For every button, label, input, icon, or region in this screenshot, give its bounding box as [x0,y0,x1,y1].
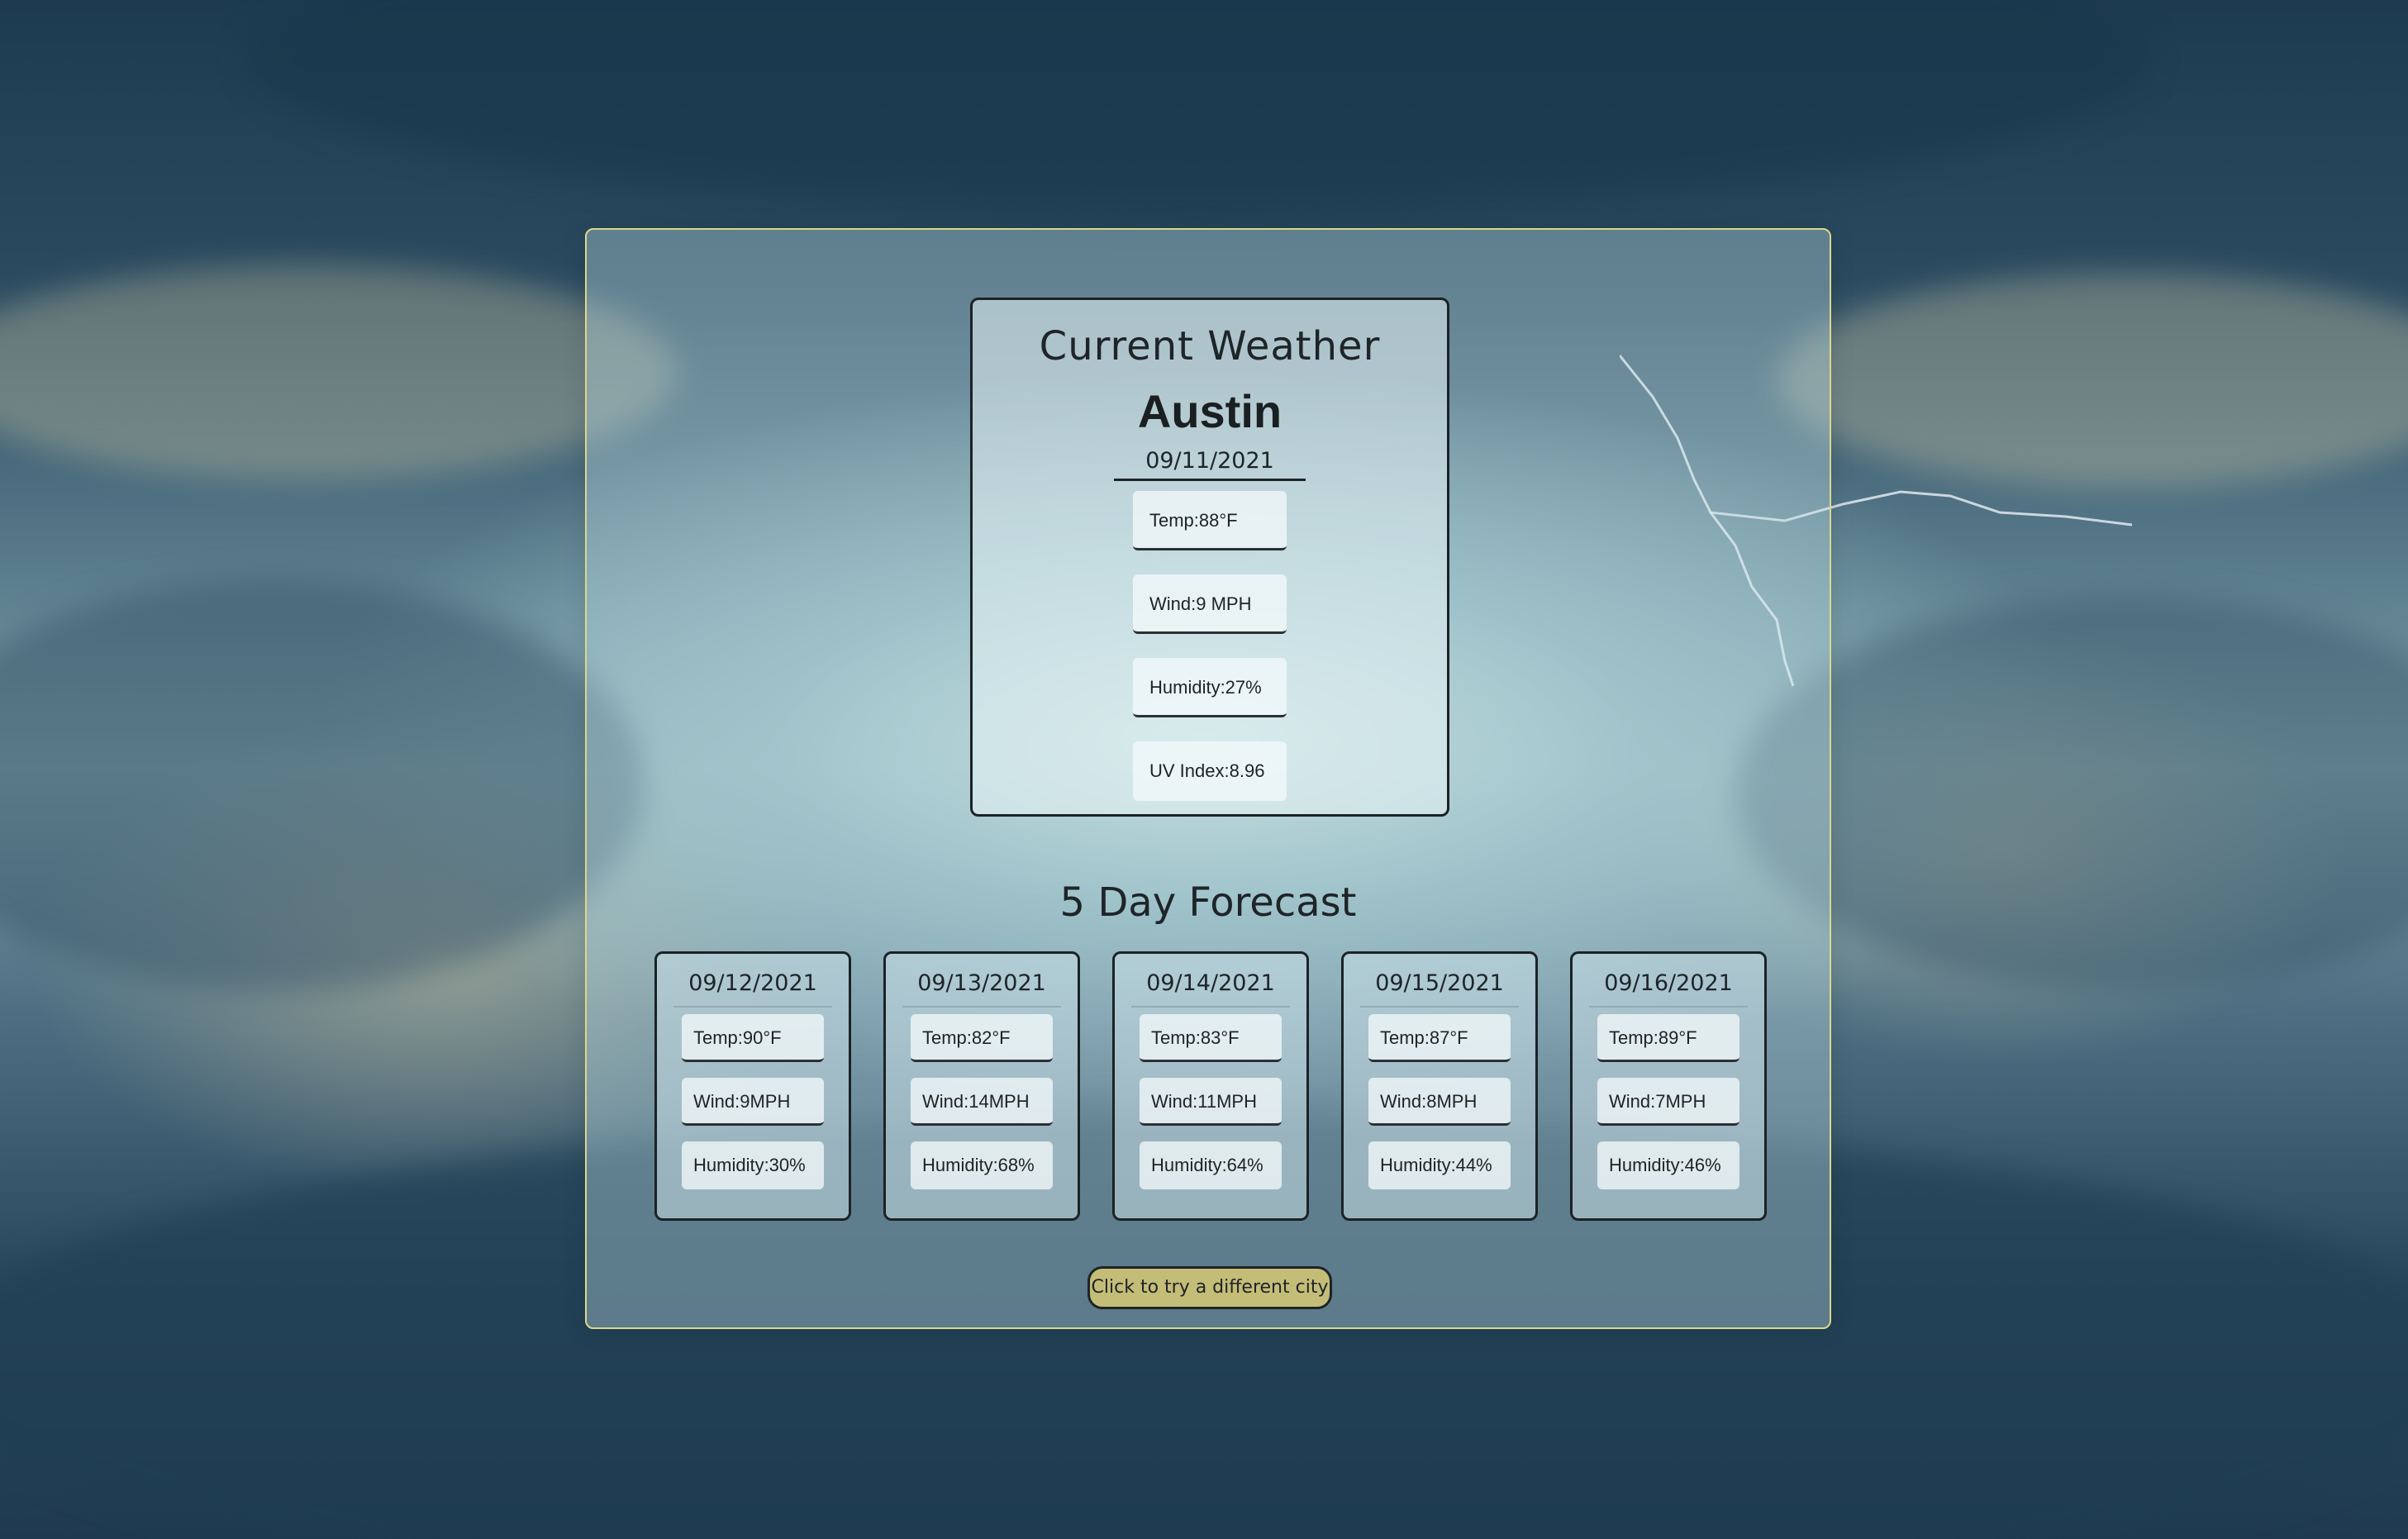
background-cloud [0,264,678,479]
forecast-stats: Temp:82°F Wind:14MPH Humidity:68% [911,1014,1053,1189]
forecast-temp: Temp:90°F [682,1014,824,1062]
forecast-day-card: 09/12/2021 Temp:90°F Wind:9MPH Humidity:… [654,951,851,1221]
current-humidity: Humidity:27% [1133,658,1287,717]
forecast-humidity: Humidity:64% [1140,1141,1282,1189]
forecast-temp: Temp:89°F [1597,1014,1739,1062]
current-wind: Wind:9 MPH [1133,574,1287,634]
forecast-day-card: 09/13/2021 Temp:82°F Wind:14MPH Humidity… [883,951,1080,1221]
forecast-temp: Temp:82°F [911,1014,1053,1062]
forecast-date: 09/15/2021 [1360,970,1519,1008]
forecast-wind: Wind:7MPH [1597,1078,1739,1126]
forecast-day-card: 09/16/2021 Temp:89°F Wind:7MPH Humidity:… [1570,951,1767,1221]
forecast-date: 09/12/2021 [673,970,832,1008]
forecast-wind: Wind:9MPH [682,1078,824,1126]
forecast-date: 09/14/2021 [1131,970,1290,1008]
forecast-humidity: Humidity:30% [682,1141,824,1189]
background-cloud [0,579,645,992]
forecast-stats: Temp:89°F Wind:7MPH Humidity:46% [1597,1014,1739,1189]
forecast-wind: Wind:14MPH [911,1078,1053,1126]
city-name: Austin [1137,385,1283,437]
forecast-date: 09/13/2021 [902,970,1061,1008]
try-different-city-button[interactable]: Click to try a different city [1087,1266,1332,1309]
forecast-row: 09/12/2021 Temp:90°F Wind:9MPH Humidity:… [654,951,1767,1221]
forecast-day-card: 09/15/2021 Temp:87°F Wind:8MPH Humidity:… [1341,951,1538,1221]
forecast-date: 09/16/2021 [1589,970,1748,1008]
forecast-humidity: Humidity:46% [1597,1141,1739,1189]
forecast-wind: Wind:8MPH [1368,1078,1511,1126]
forecast-stats: Temp:87°F Wind:8MPH Humidity:44% [1368,1014,1511,1189]
forecast-humidity: Humidity:44% [1368,1141,1511,1189]
forecast-stats: Temp:90°F Wind:9MPH Humidity:30% [682,1014,824,1189]
current-weather-card: Current Weather Austin 09/11/2021 Temp:8… [970,298,1449,817]
current-uv-index: UV Index:8.96 [1133,741,1287,801]
current-date: 09/11/2021 [1114,445,1306,481]
forecast-heading: 5 Day Forecast [1059,879,1357,926]
weather-panel: Current Weather Austin 09/11/2021 Temp:8… [585,228,1831,1329]
forecast-temp: Temp:83°F [1140,1014,1282,1062]
forecast-wind: Wind:11MPH [1140,1078,1282,1126]
forecast-stats: Temp:83°F Wind:11MPH Humidity:64% [1140,1014,1282,1189]
current-temp: Temp:88°F [1133,491,1287,550]
current-stats: Temp:88°F Wind:9 MPH Humidity:27% UV Ind… [1133,491,1287,801]
forecast-humidity: Humidity:68% [911,1141,1053,1189]
forecast-temp: Temp:87°F [1368,1014,1511,1062]
background-cloud [248,0,2149,215]
forecast-day-card: 09/14/2021 Temp:83°F Wind:11MPH Humidity… [1112,951,1309,1221]
current-weather-heading: Current Weather [1039,323,1381,369]
